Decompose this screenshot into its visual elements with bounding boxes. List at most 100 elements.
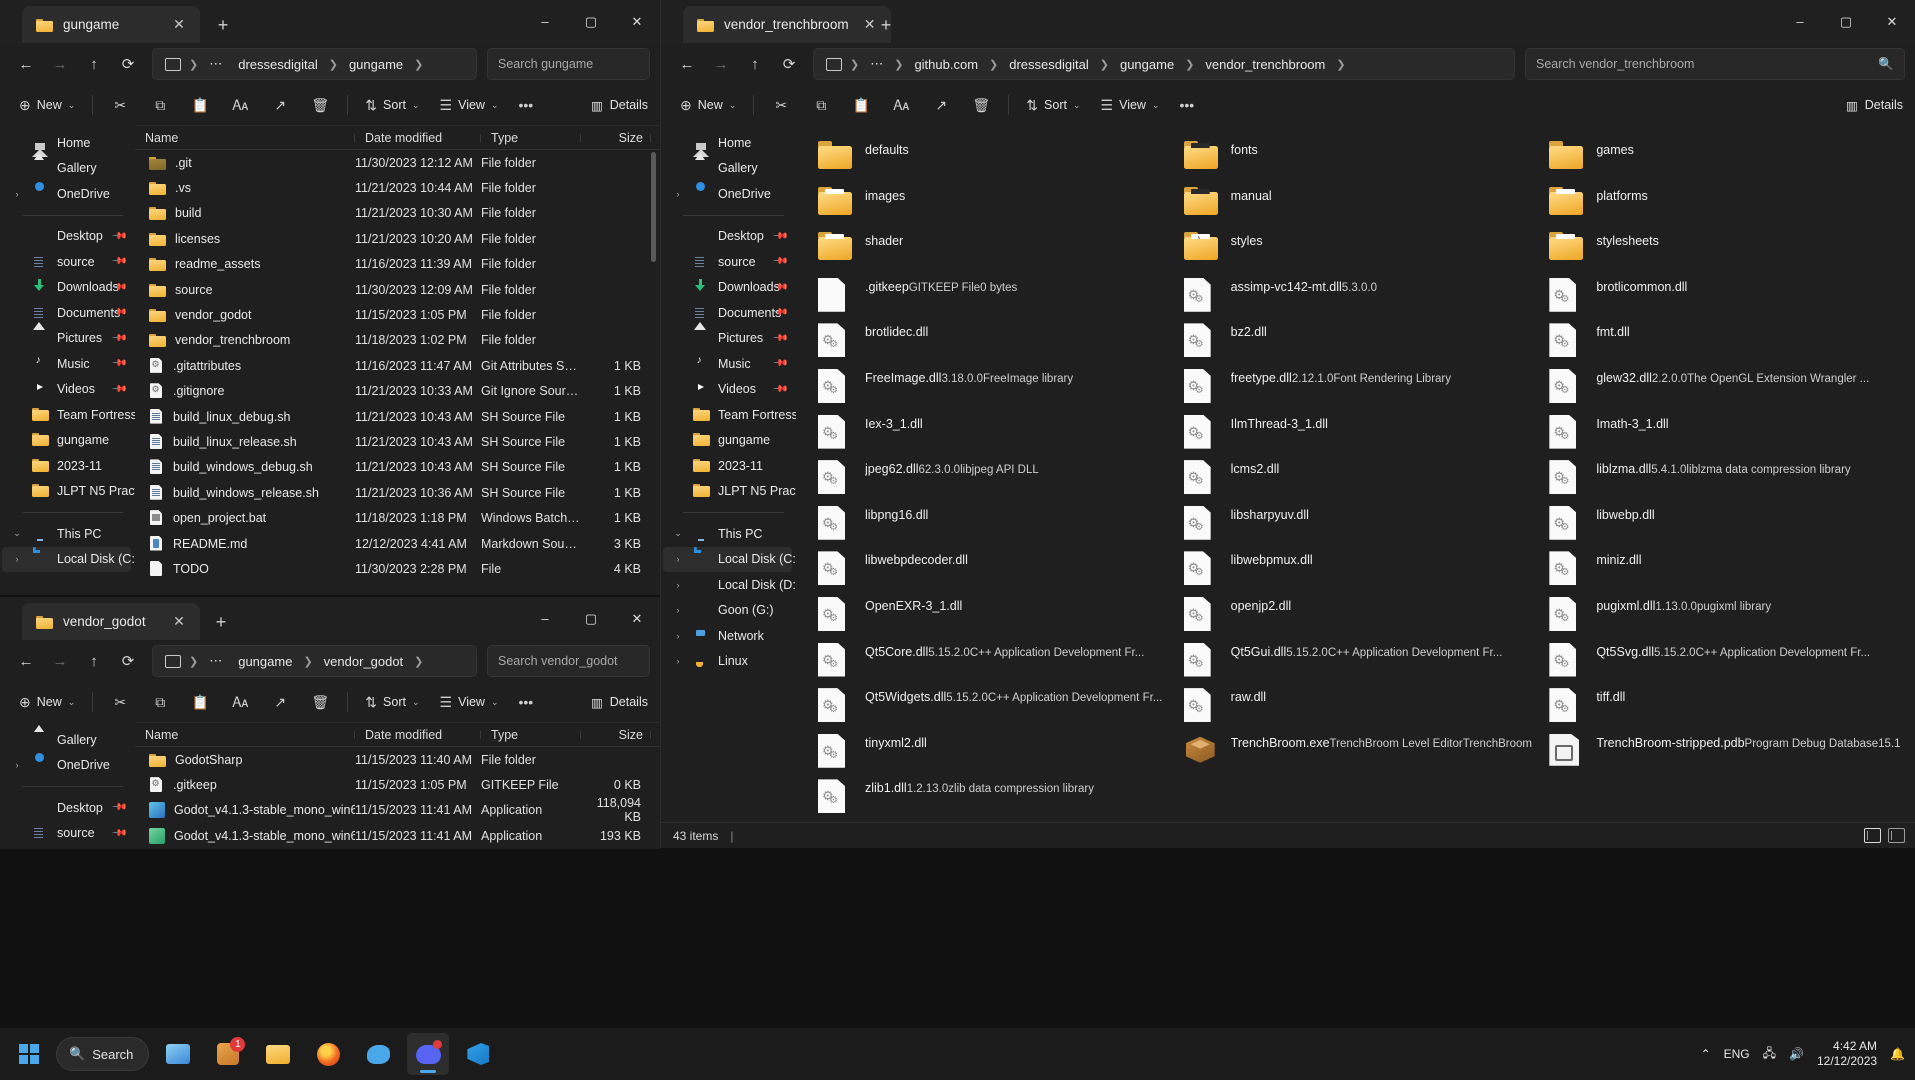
network-icon[interactable]: 🖧 <box>1763 1044 1776 1065</box>
taskbar-app-file-explorer[interactable] <box>157 1033 199 1075</box>
expander-icon[interactable]: › <box>10 461 24 471</box>
sidebar-item-source[interactable]: › source 📌 <box>2 249 131 275</box>
more-button[interactable]: ••• <box>510 687 543 717</box>
sidebar-item-jlpt-n5-practice[interactable]: › JLPT N5 Practice <box>2 479 135 505</box>
table-row[interactable]: vendor_trenchbroom 11/18/2023 1:02 PM File… <box>135 328 660 353</box>
sidebar-item-source[interactable]: › source 📌 <box>663 249 792 275</box>
column-header-name[interactable]: Name <box>135 131 355 145</box>
new-tab-button[interactable]: + <box>210 12 236 38</box>
list-item[interactable]: ⚙ ⚙ freetype.dll2.12.1.0Font Rendering Lib… <box>1178 363 1544 409</box>
sidebar-item-2023-11[interactable]: › 2023-11 <box>663 453 792 479</box>
list-item[interactable]: ⚙ ⚙ liblzma.dll5.4.1.0liblzma data compres… <box>1543 454 1909 500</box>
delete-button[interactable]: 🗑 <box>301 687 339 717</box>
expander-icon[interactable]: › <box>10 410 24 420</box>
volume-icon[interactable]: 🔊 <box>1789 1047 1804 1061</box>
tray-expand-icon[interactable]: ⌃ <box>1701 1047 1711 1061</box>
copy-button[interactable]: ⧉ <box>802 90 840 120</box>
expander-icon[interactable]: › <box>10 359 24 369</box>
pin-icon[interactable]: 📌 <box>771 253 788 270</box>
expander-icon[interactable]: › <box>671 410 685 420</box>
list-item[interactable]: ⚙ ⚙ Qt5Core.dll5.15.2.0C++ Application Dev… <box>812 637 1178 683</box>
sidebar-item-gungame[interactable]: › gungame <box>663 428 792 454</box>
details-pane-button[interactable]: ▥ Details <box>591 695 648 710</box>
details-pane-button[interactable]: ▥ Details <box>1846 98 1903 113</box>
file-tiles-area[interactable]: defaults fonts games images manual platforms s… <box>796 125 1915 822</box>
expander-icon[interactable]: › <box>10 138 24 148</box>
more-button[interactable]: ••• <box>1171 90 1204 120</box>
share-button[interactable]: ↗ <box>261 90 299 120</box>
sidebar-item-documents[interactable]: ›Documents📌 <box>663 300 792 326</box>
list-item[interactable]: ⚙ ⚙ FreeImage.dll3.18.0.0FreeImage library <box>812 363 1178 409</box>
sidebar-item-downloads[interactable]: ›Downloads📌 <box>663 275 792 301</box>
list-item[interactable]: manual <box>1178 181 1544 227</box>
list-item[interactable]: ⚙ ⚙ Qt5Widgets.dll5.15.2.0C++ Application … <box>812 682 1178 728</box>
table-row[interactable]: README.md 12/12/2023 4:41 AM Markdown Sour… <box>135 531 660 556</box>
expander-icon[interactable]: › <box>671 461 685 471</box>
breadcrumb-item-0[interactable]: gungame <box>231 651 299 672</box>
maximize-button[interactable]: ▢ <box>568 597 614 640</box>
view-button[interactable]: ☰ View ⌄ <box>1092 90 1169 120</box>
expander-icon[interactable]: › <box>10 231 24 241</box>
search-input[interactable]: Search vendor_trenchbroom 🔍 <box>1525 48 1905 80</box>
copy-button[interactable]: ⧉ <box>141 687 179 717</box>
expander-icon[interactable]: › <box>10 163 24 173</box>
cut-button[interactable]: ✂ <box>101 90 139 120</box>
column-header-size[interactable]: Size <box>581 131 651 145</box>
sidebar-item-team-fortress-2[interactable]: › Team Fortress 2 <box>2 402 135 428</box>
sidebar-item-gallery[interactable]: › Gallery <box>2 727 131 753</box>
table-row[interactable]: .vs 11/21/2023 10:44 AM File folder <box>135 175 660 200</box>
list-item[interactable]: ⚙ ⚙ pugixml.dll1.13.0.0pugixml library <box>1543 591 1909 637</box>
taskbar-app-discord[interactable] <box>407 1033 450 1075</box>
expander-icon[interactable]: › <box>671 282 685 292</box>
breadcrumb-item-0[interactable]: dressesdigital <box>231 54 325 75</box>
expander-icon[interactable]: › <box>10 803 24 813</box>
copy-button[interactable]: ⧉ <box>141 90 179 120</box>
list-item[interactable]: .gitkeepGITKEEP File0 bytes <box>812 272 1178 318</box>
expander-icon[interactable]: › <box>671 580 685 590</box>
forward-button[interactable]: → <box>44 48 76 80</box>
up-button[interactable]: ↑ <box>739 48 771 80</box>
expander-icon[interactable]: › <box>671 435 685 445</box>
sort-button[interactable]: ⇅ Sort ⌄ <box>356 90 428 120</box>
breadcrumb-item-1[interactable]: dressesdigital <box>1002 54 1096 75</box>
new-button[interactable]: ⊕ New ⌄ <box>671 90 745 120</box>
list-item[interactable]: ⚙ ⚙ jpeg62.dll62.3.0.0libjpeg API DLL <box>812 454 1178 500</box>
new-tab-button[interactable]: + <box>873 12 899 38</box>
table-row[interactable]: readme_assets 11/16/2023 11:39 AM File fol… <box>135 252 660 277</box>
rename-button[interactable]: 🗛 <box>882 90 920 120</box>
sidebar-item-pictures[interactable]: › Pictures 📌 <box>663 326 792 352</box>
view-button[interactable]: ☰ View ⌄ <box>431 687 508 717</box>
expander-icon[interactable]: › <box>10 760 24 770</box>
language-indicator[interactable]: ENG <box>1724 1047 1750 1061</box>
view-button[interactable]: ☰ View ⌄ <box>431 90 508 120</box>
breadcrumb-overflow[interactable]: ⋯ <box>202 650 229 672</box>
new-tab-button[interactable]: + <box>208 609 234 635</box>
vertical-scrollbar[interactable] <box>649 152 658 591</box>
breadcrumb[interactable]: ❯ ⋯ ❯ github.com ❯ dressesdigital ❯ gung… <box>813 48 1515 80</box>
close-window-button[interactable]: ✕ <box>1869 0 1915 43</box>
pin-icon[interactable]: 📌 <box>110 253 127 270</box>
list-item[interactable]: TrenchBroom-stripped.pdbProgram Debug Da… <box>1543 728 1909 774</box>
list-item[interactable]: ⚙ ⚙ Imath-3_1.dll <box>1543 409 1909 455</box>
pin-icon[interactable]: 📌 <box>771 355 788 372</box>
taskbar-app-vscode[interactable] <box>457 1033 499 1075</box>
expander-icon[interactable]: › <box>10 333 24 343</box>
sidebar-item-desktop[interactable]: › Desktop 📌 <box>663 224 792 250</box>
pin-icon[interactable]: 📌 <box>110 381 127 398</box>
table-row[interactable]: .gitkeep 11/15/2023 1:05 PM GITKEEP File 0 … <box>135 772 660 797</box>
window-vendor-trenchbroom[interactable]: vendor_trenchbroom ✕ + – ▢ ✕ ← → ↑ ⟳ ❯ ⋯… <box>660 0 1915 848</box>
table-row[interactable]: source 11/30/2023 12:09 AM File folder <box>135 277 660 302</box>
expander-icon[interactable]: ⌄ <box>671 528 685 539</box>
file-list[interactable]: Name Date modified Type Size ⌃ GodotShar… <box>135 722 660 849</box>
list-item[interactable]: ⚙ ⚙ libsharpyuv.dll <box>1178 500 1544 546</box>
expander-icon[interactable]: › <box>10 308 24 318</box>
list-item[interactable]: stylesheets <box>1543 226 1909 272</box>
back-button[interactable]: ← <box>10 48 42 80</box>
breadcrumb-item-2[interactable]: gungame <box>1113 54 1181 75</box>
list-item[interactable]: ⚙ ⚙ libpng16.dll <box>812 500 1178 546</box>
back-button[interactable]: ← <box>10 645 42 677</box>
table-row[interactable]: build 11/21/2023 10:30 AM File folder <box>135 201 660 226</box>
table-row[interactable]: .git 11/30/2023 12:12 AM File folder <box>135 150 660 175</box>
expander-icon[interactable]: › <box>10 384 24 394</box>
refresh-button[interactable]: ⟳ <box>773 48 805 80</box>
